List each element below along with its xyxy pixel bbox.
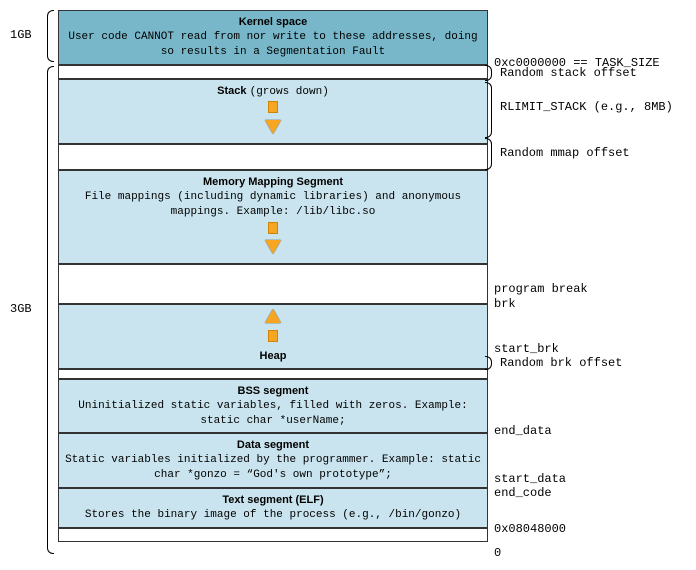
label-end-data: end_data: [494, 424, 552, 438]
size-1gb: 1GB: [10, 28, 32, 42]
gap-heap-gap: [58, 264, 488, 304]
stack-note: (grows down): [250, 86, 329, 98]
mmap-segment: Memory Mapping Segment File mappings (in…: [58, 170, 488, 264]
gap-bottom: [58, 528, 488, 542]
arrow-down-icon: [65, 220, 481, 264]
memory-layout-column: Kernel space User code CANNOT read from …: [58, 10, 488, 542]
label-random-brk: Random brk offset: [500, 356, 622, 370]
kernel-desc: User code CANNOT read from nor write to …: [65, 30, 481, 60]
text-desc: Stores the binary image of the process (…: [65, 508, 481, 523]
mmap-title: Memory Mapping Segment: [65, 175, 481, 190]
kernel-space-segment: Kernel space User code CANNOT read from …: [58, 10, 488, 65]
bss-title: BSS segment: [65, 384, 481, 399]
heap-title: Heap: [65, 349, 481, 364]
data-desc: Static variables initialized by the prog…: [65, 453, 481, 483]
gap-mmap-offset: [58, 144, 488, 170]
label-brk: brk: [494, 297, 516, 311]
label-program-break: program break: [494, 282, 588, 296]
address-labels-column: 0xc0000000 == TASK_SIZE Random stack off…: [488, 10, 686, 542]
gap-stack-offset: [58, 65, 488, 79]
text-title: Text segment (ELF): [65, 493, 481, 508]
label-zero: 0: [494, 546, 501, 560]
arrow-up-icon: [65, 305, 481, 349]
kernel-title: Kernel space: [65, 15, 481, 30]
label-text-addr: 0x08048000: [494, 522, 566, 536]
heap-segment: Heap: [58, 304, 488, 369]
label-random-stack: Random stack offset: [500, 66, 637, 80]
arrow-down-icon: [65, 99, 481, 143]
size-3gb: 3GB: [10, 302, 32, 316]
label-rlimit-stack: RLIMIT_STACK (e.g., 8MB): [500, 100, 673, 114]
stack-title: Stack: [217, 85, 246, 97]
data-title: Data segment: [65, 438, 481, 453]
stack-segment: Stack (grows down): [58, 79, 488, 145]
bss-segment: BSS segment Uninitialized static variabl…: [58, 379, 488, 434]
mmap-desc: File mappings (including dynamic librari…: [65, 190, 481, 220]
label-end-code: end_code: [494, 486, 552, 500]
left-size-column: 1GB 3GB: [10, 10, 58, 542]
label-random-mmap: Random mmap offset: [500, 146, 630, 160]
data-segment: Data segment Static variables initialize…: [58, 433, 488, 488]
bss-desc: Uninitialized static variables, filled w…: [65, 399, 481, 429]
label-start-data: start_data: [494, 472, 566, 486]
text-segment: Text segment (ELF) Stores the binary ima…: [58, 488, 488, 528]
gap-brk-offset: [58, 369, 488, 379]
label-start-brk: start_brk: [494, 342, 559, 356]
